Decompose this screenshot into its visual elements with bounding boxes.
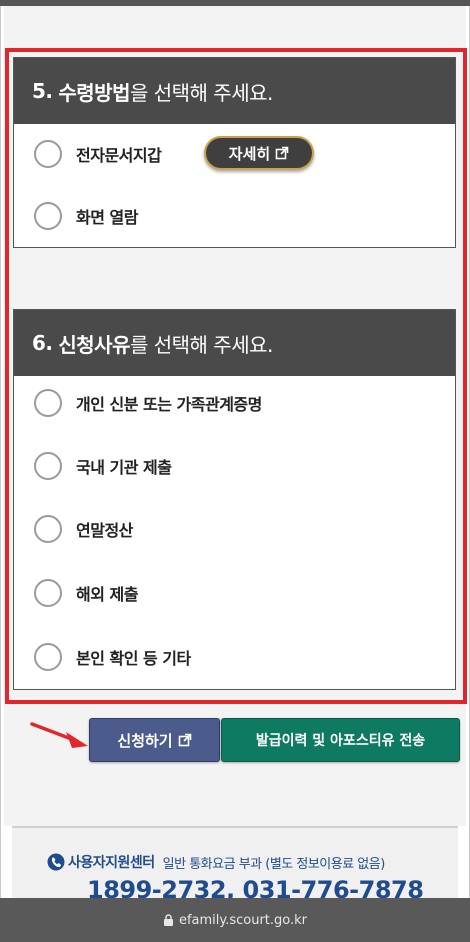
apply-button[interactable]: 신청하기 — [89, 718, 220, 762]
external-link-icon — [178, 733, 191, 747]
browser-url-bar[interactable]: efamily.scourt.go.kr — [0, 898, 470, 942]
radio-button[interactable] — [34, 643, 62, 671]
option-label: 본인 확인 등 기타 — [76, 649, 191, 668]
issue-history-label: 발급이력 및 아포스티유 전송 — [255, 733, 426, 749]
apply-button-label: 신청하기 — [117, 731, 173, 750]
lock-icon — [163, 914, 173, 926]
support-title: 사용자지원센터 — [68, 855, 155, 871]
external-link-icon — [275, 146, 289, 160]
red-arrow-icon — [30, 722, 88, 748]
support-line: 사용자지원센터 일반 통화요금 부과 (별도 정보이용료 없음) — [47, 852, 385, 872]
option-other[interactable]: 본인 확인 등 기타 — [34, 643, 191, 671]
option-screen-view[interactable]: 화면 열람 — [34, 202, 138, 230]
url-text: efamily.scourt.go.kr — [178, 912, 308, 928]
option-identity-proof[interactable]: 개인 신분 또는 가족관계증명 — [34, 389, 262, 417]
issue-history-button[interactable]: 발급이력 및 아포스티유 전송 — [221, 718, 460, 762]
heading-number: 6. — [32, 331, 53, 355]
heading-rest: 을 선택해 주세요. — [129, 80, 273, 105]
heading-number: 5. — [32, 79, 53, 103]
receive-method-section: 5. 수령방법 을 선택해 주세요. 전자문서지갑 자세히 화면 열람 — [13, 57, 456, 248]
option-label: 연말정산 — [76, 521, 133, 540]
heading-keyword: 수령방법 — [58, 80, 130, 105]
radio-button[interactable] — [34, 202, 62, 230]
radio-button[interactable] — [34, 515, 62, 543]
apply-reason-section: 6. 신청사유 를 선택해 주세요. 개인 신분 또는 가족관계증명 국내 기관 … — [13, 309, 456, 690]
radio-button[interactable] — [34, 579, 62, 607]
radio-button[interactable] — [34, 452, 62, 480]
option-label: 국내 기관 제출 — [76, 458, 172, 477]
option-year-end-tax[interactable]: 연말정산 — [34, 515, 133, 543]
option-label: 해외 제출 — [76, 585, 138, 604]
option-label: 화면 열람 — [76, 208, 138, 227]
heading-rest: 를 선택해 주세요. — [129, 332, 273, 357]
detail-button-label: 자세히 — [228, 144, 271, 163]
heading-keyword: 신청사유 — [58, 332, 130, 357]
detail-button[interactable]: 자세히 — [204, 136, 314, 170]
support-note: 일반 통화요금 부과 (별도 정보이용료 없음) — [162, 856, 386, 872]
option-e-wallet[interactable]: 전자문서지갑 자세히 — [34, 136, 314, 170]
option-domestic-submit[interactable]: 국내 기관 제출 — [34, 452, 172, 480]
option-label: 개인 신분 또는 가족관계증명 — [76, 395, 262, 414]
radio-button[interactable] — [34, 389, 62, 417]
radio-button[interactable] — [34, 140, 62, 168]
phone-icon — [47, 853, 65, 871]
receive-method-heading: 5. 수령방법 을 선택해 주세요. — [14, 58, 455, 124]
apply-reason-heading: 6. 신청사유 를 선택해 주세요. — [14, 310, 455, 376]
option-overseas-submit[interactable]: 해외 제출 — [34, 579, 138, 607]
option-label: 전자문서지갑 — [76, 146, 162, 165]
